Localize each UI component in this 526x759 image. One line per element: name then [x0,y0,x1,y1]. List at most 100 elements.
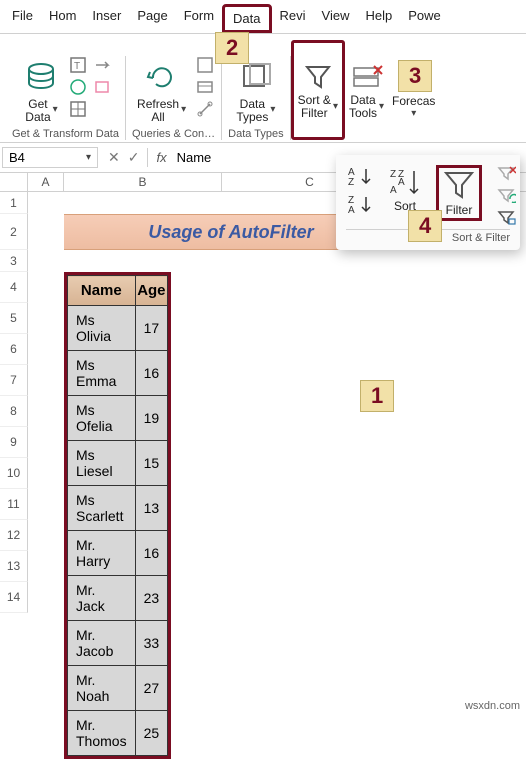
svg-text:T: T [74,61,80,72]
row-header[interactable]: 4 [0,272,28,303]
row-header[interactable]: 1 [0,192,28,214]
callout-3: 3 [398,60,432,92]
name-box[interactable]: B4 ▾ [2,147,98,168]
menu-formulas[interactable]: Form [176,4,222,33]
reapply-icon[interactable] [496,187,516,203]
table-row: Ms Emma16 [68,351,168,396]
row-header[interactable]: 13 [0,551,28,582]
from-table-icon[interactable] [69,100,87,118]
get-data-button[interactable]: Get Data▾ [19,56,63,126]
ribbon-group-get-transform: Get Data▾ T Get & Transform Data [6,56,126,140]
enter-icon[interactable]: ✓ [128,149,140,166]
row-header[interactable]: 9 [0,427,28,458]
row-headers: 1 2 3 4 5 6 7 8 9 10 11 12 13 14 [0,192,28,613]
table-row: Mr. Jack23 [68,576,168,621]
clear-filter-icon[interactable] [496,165,516,181]
sort-az-buttons: AZ ZA [346,165,374,215]
menu-bar: File Hom Inser Page Form Data Revi View … [0,0,526,34]
table-row: Mr. Jacob33 [68,621,168,666]
forecast-label: Forecas [392,95,435,108]
svg-text:Z: Z [348,177,354,187]
row-header[interactable]: 11 [0,489,28,520]
funnel-icon [301,62,335,92]
table-row: Mr. Noah27 [68,666,168,711]
refresh-icon [144,60,180,96]
from-text-icon[interactable]: T [69,56,87,74]
row-header[interactable]: 6 [0,334,28,365]
menu-home[interactable]: Hom [41,4,84,33]
menu-review[interactable]: Revi [272,4,314,33]
edit-links-icon[interactable] [196,100,214,118]
row-header[interactable]: 10 [0,458,28,489]
get-transform-small-buttons: T [69,56,87,118]
select-all-corner[interactable] [0,173,28,191]
refresh-all-button[interactable]: Refresh All▾ [133,56,190,126]
cancel-icon[interactable]: ✕ [108,149,120,166]
sort-desc-icon[interactable]: ZA [346,193,374,215]
data-tools-button[interactable]: Data Tools▾ [345,40,388,140]
sort-filter-button[interactable]: Sort & Filter▾ [291,40,345,140]
advanced-filter-icon[interactable] [496,209,516,225]
group-label-data-types: Data Types [228,128,283,140]
chevron-down-icon: ▾ [86,152,91,163]
sort-asc-icon[interactable]: AZ [346,165,374,187]
table-row: Mr. Thomos25 [68,711,168,756]
filter-button[interactable]: Filter [436,165,482,221]
refresh-all-label: Refresh All [137,98,179,124]
table-row: Ms Scarlett13 [68,486,168,531]
row-header[interactable]: 8 [0,396,28,427]
ribbon-group-data-types: Data Types▾ Data Types [222,56,290,140]
fx-icon: fx [156,150,166,165]
group-label-queries: Queries & Con… [132,128,215,140]
tools-icon [350,62,384,92]
properties-icon[interactable] [196,78,214,96]
table-header-row: Name Age [68,276,168,306]
ribbon-group-queries: Refresh All▾ Queries & Con… [126,56,222,140]
database-icon [23,60,59,96]
menu-file[interactable]: File [4,4,41,33]
row-header[interactable]: 14 [0,582,28,613]
table-row: Ms Liesel15 [68,441,168,486]
ribbon: Get Data▾ T Get & Transform Data Refresh… [0,34,526,143]
chevron-down-icon: ▾ [333,101,338,112]
get-transform-small-buttons-2 [93,56,111,96]
row-header[interactable]: 7 [0,365,28,396]
group-label-get-transform: Get & Transform Data [12,128,119,140]
chevron-down-icon: ▾ [411,108,416,119]
col-name[interactable]: Name [68,276,136,306]
from-web-icon[interactable] [69,78,87,96]
chevron-down-icon: ▾ [53,104,58,115]
menu-power[interactable]: Powe [400,4,449,33]
menu-data[interactable]: Data [222,4,271,33]
sort-button[interactable]: ZAAZ Sort [388,165,422,213]
queries-icon[interactable] [196,56,214,74]
chevron-down-icon: ▾ [181,104,186,115]
sort-filter-label: Sort & Filter [298,94,331,120]
formula-buttons: ✕ ✓ [100,149,147,166]
col-header-a[interactable]: A [28,173,64,191]
watermark: wsxdn.com [465,700,520,712]
row-header[interactable]: 3 [0,250,28,272]
col-age[interactable]: Age [135,276,168,306]
callout-2: 2 [215,32,249,64]
data-table[interactable]: Name Age Ms Olivia17 Ms Emma16 Ms Ofelia… [64,272,171,759]
menu-help[interactable]: Help [357,4,400,33]
table-row: Mr. Harry16 [68,531,168,576]
callout-1: 1 [360,380,394,412]
existing-connections-icon[interactable] [93,78,111,96]
menu-insert[interactable]: Inser [84,4,129,33]
row-header[interactable]: 2 [0,214,28,250]
get-data-label: Get Data [25,98,50,124]
row-header[interactable]: 12 [0,520,28,551]
menu-page-layout[interactable]: Page [129,4,175,33]
svg-text:Z: Z [390,169,396,180]
table-row: Ms Olivia17 [68,306,168,351]
data-types-label: Data Types [236,98,268,124]
chevron-down-icon: ▾ [270,104,275,115]
menu-view[interactable]: View [314,4,358,33]
recent-sources-icon[interactable] [93,56,111,74]
data-types-button[interactable]: Data Types▾ [232,56,279,126]
callout-4: 4 [408,210,442,242]
col-header-b[interactable]: B [64,173,222,191]
row-header[interactable]: 5 [0,303,28,334]
